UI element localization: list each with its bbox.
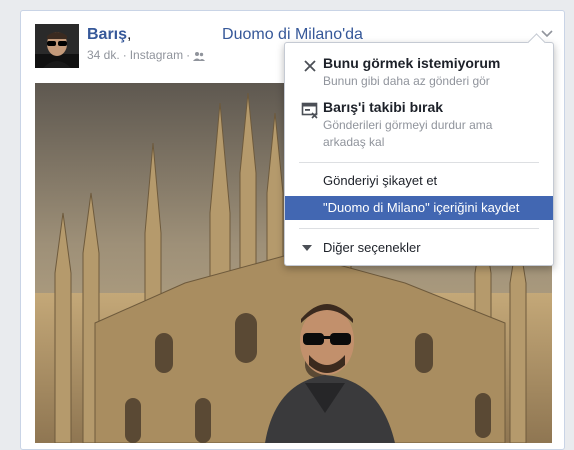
menu-item-more-label: Diğer seçenekler — [323, 240, 421, 255]
menu-item-more-options[interactable]: Diğer seçenekler — [285, 236, 553, 260]
menu-item-title: Bunu görmek istemiyorum — [323, 55, 501, 71]
menu-divider-2 — [299, 228, 539, 229]
close-icon — [301, 57, 319, 75]
post-source-link[interactable]: Instagram — [130, 48, 183, 62]
meta-separator: · — [122, 48, 127, 62]
friends-icon[interactable] — [193, 50, 206, 64]
menu-item-unfollow[interactable]: Barış'i takibi bırak Gönderileri görmeyi… — [285, 99, 553, 153]
menu-item-report[interactable]: Gönderiyi şikayet et — [285, 169, 553, 193]
menu-divider — [299, 162, 539, 163]
menu-item-subtitle: Gönderileri görmeyi durdur ama arkadaş k… — [323, 118, 493, 149]
post-meta: 34 dk. · Instagram · — [87, 48, 206, 64]
caret-down-icon — [302, 245, 312, 251]
location-prefix: , — [127, 26, 132, 43]
author-avatar[interactable] — [35, 24, 79, 68]
location-suffix: 'da — [342, 26, 363, 43]
menu-item-subtitle: Bunun gibi daha az gönderi gör — [323, 74, 490, 88]
post-time-link[interactable]: 34 dk. — [87, 48, 120, 62]
post-options-chevron-icon[interactable] — [540, 27, 554, 39]
author-name-link[interactable]: Barış — [87, 26, 127, 43]
post-options-menu: Bunu görmek istemiyorum Bunun gibi daha … — [284, 42, 554, 266]
location-link[interactable]: Duomo di Milano — [222, 26, 342, 43]
menu-item-hide-post[interactable]: Bunu görmek istemiyorum Bunun gibi daha … — [285, 55, 553, 91]
menu-item-save[interactable]: "Duomo di Milano" içeriğini kaydet — [285, 196, 553, 220]
menu-item-title: Barış'i takibi bırak — [323, 99, 444, 115]
unfollow-icon — [301, 101, 319, 119]
meta-separator-2: · — [186, 48, 191, 62]
